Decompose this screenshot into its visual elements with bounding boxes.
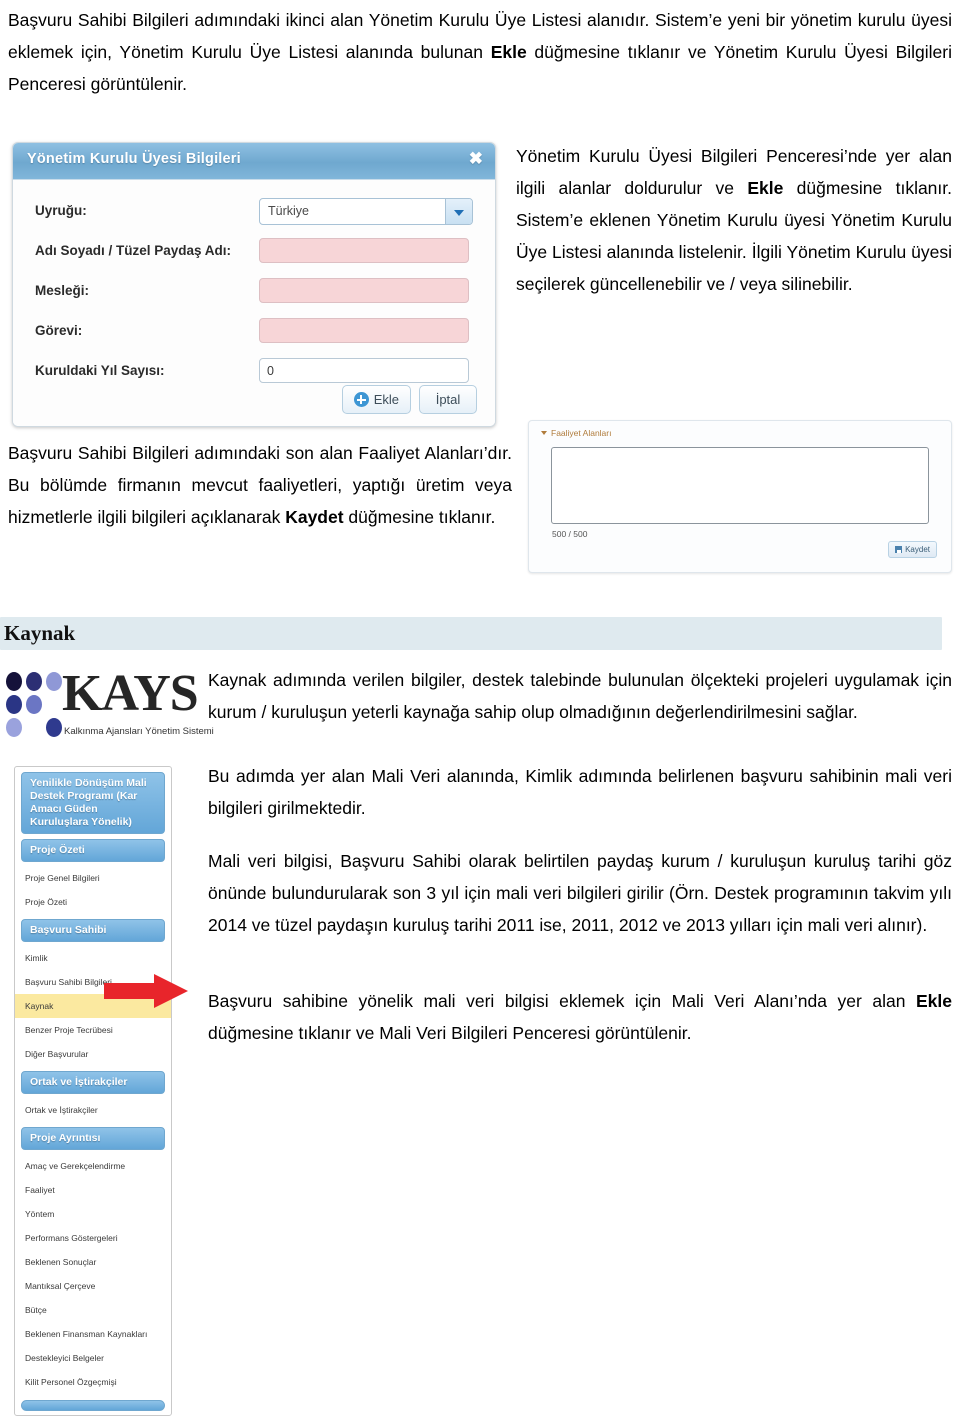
sidebar-item-11[interactable]: Ortak ve İştirakçiler — [15, 1098, 171, 1122]
board-member-dialog: Yönetim Kurulu Üyesi Bilgileri ✖ Uyruğu:… — [12, 142, 496, 427]
kaynak-paragraph-3: Mali veri bilgisi, Başvuru Sahibi olarak… — [208, 851, 952, 935]
kaynak-paragraph-1: Kaynak adımında verilen bilgiler, destek… — [208, 670, 952, 722]
plus-circle-icon — [353, 392, 369, 407]
faaliyet-alanlari-panel: Faaliyet Alanları 500 / 500 Kaydet — [528, 420, 952, 573]
sidebar-group-0[interactable]: Yenilikle Dönüşüm Mali Destek Programı (… — [21, 772, 165, 834]
form-row-yil-sayisi: Kuruldaki Yıl Sayısı: — [13, 358, 495, 388]
save-button[interactable]: Kaydet — [888, 541, 937, 558]
logo-dot — [6, 672, 22, 691]
panel-header[interactable]: Faaliyet Alanları — [541, 428, 611, 438]
chevron-down-glyph — [454, 210, 464, 216]
dialog-title: Yönetim Kurulu Üyesi Bilgileri — [27, 151, 241, 167]
form-row-ad-soyad: Adı Soyadı / Tüzel Paydaş Adı: — [13, 238, 495, 268]
close-icon[interactable]: ✖ — [469, 150, 483, 168]
sidebar-item-16[interactable]: Performans Göstergeleri — [15, 1226, 171, 1250]
dialog-body: Uyruğu: Türkiye Adı Soyadı / Tüzel Payda… — [13, 180, 495, 426]
collapse-caret-icon — [541, 431, 547, 435]
add-button-label: Ekle — [373, 392, 399, 407]
form-row-gorevi: Görevi: — [13, 318, 495, 348]
logo-wordmark: KAYS — [62, 665, 199, 722]
save-button-label: Kaydet — [905, 545, 930, 554]
field-label-yil-sayisi: Kuruldaki Yıl Sayısı: — [35, 363, 165, 378]
kaynak-paragraph-2: Bu adımda yer alan Mali Veri alanında, K… — [208, 766, 952, 818]
sidebar-group-12[interactable]: Proje Ayrıntısı — [21, 1127, 165, 1150]
character-counter: 500 / 500 — [552, 529, 588, 539]
dialog-desc-text: Yönetim Kurulu Üyesi Bilgileri Penceresi… — [516, 146, 953, 294]
faaliyet-desc-text: Başvuru Sahibi Bilgileri adımındaki son … — [8, 443, 512, 527]
sidebar-item-18[interactable]: Mantıksal Çerçeve — [15, 1274, 171, 1298]
nationality-select[interactable]: Türkiye — [259, 198, 473, 225]
sidebar-item-6[interactable]: Başvuru Sahibi Bilgileri — [15, 970, 171, 994]
sidebar-group-4[interactable]: Başvuru Sahibi — [21, 919, 165, 942]
field-label-gorevi: Görevi: — [35, 323, 83, 338]
chevron-down-icon[interactable] — [445, 199, 472, 224]
form-row-uyrugu: Uyruğu: Türkiye — [13, 198, 495, 228]
kaynak-paragraph-4: Başvuru sahibine yönelik mali veri bilgi… — [208, 991, 952, 1043]
disk-icon — [895, 546, 903, 553]
cancel-button[interactable]: İptal — [419, 385, 477, 414]
sidebar-group-10[interactable]: Ortak ve İştirakçiler — [21, 1071, 165, 1094]
logo-dot — [26, 672, 42, 691]
field-label-uyrugu: Uyruğu: — [35, 203, 87, 218]
sidebar-group-blank[interactable] — [21, 1400, 165, 1411]
duty-input[interactable] — [259, 318, 469, 343]
kays-logo: KAYS Kalkınma Ajansları Yönetim Sistemi — [4, 665, 214, 746]
sidebar-item-8[interactable]: Benzer Proje Tecrübesi — [15, 1018, 171, 1042]
full-name-input[interactable] — [259, 238, 469, 263]
form-row-meslegi: Mesleği: — [13, 278, 495, 308]
sidebar-item-2[interactable]: Proje Genel Bilgileri — [15, 866, 171, 890]
sidebar-item-19[interactable]: Bütçe — [15, 1298, 171, 1322]
panel-header-label: Faaliyet Alanları — [551, 428, 612, 438]
faaliyet-description-paragraph: Başvuru Sahibi Bilgileri adımındaki son … — [8, 437, 512, 533]
logo-dot — [26, 695, 42, 714]
profession-input[interactable] — [259, 278, 469, 303]
logo-dot-grid — [6, 672, 62, 738]
sidebar-item-13[interactable]: Amaç ve Gerekçelendirme — [15, 1154, 171, 1178]
sidebar-item-17[interactable]: Beklenen Sonuçlar — [15, 1250, 171, 1274]
logo-dot — [6, 718, 22, 737]
sidebar-item-15[interactable]: Yöntem — [15, 1202, 171, 1226]
sidebar-item-20[interactable]: Beklenen Finansman Kaynakları — [15, 1322, 171, 1346]
logo-dot — [6, 695, 22, 714]
page-title: Kaynak — [4, 621, 76, 645]
field-label-ad-soyad: Adı Soyadı / Tüzel Paydaş Adı: — [35, 243, 232, 258]
logo-tagline: Kalkınma Ajansları Yönetim Sistemi — [64, 726, 214, 737]
dialog-titlebar: Yönetim Kurulu Üyesi Bilgileri ✖ — [13, 143, 495, 180]
faaliyet-textarea[interactable] — [551, 447, 929, 524]
dialog-button-bar: Ekle İptal — [341, 385, 477, 414]
sidebar-item-9[interactable]: Diğer Başvurular — [15, 1042, 171, 1066]
kays-sidebar: Yenilikle Dönüşüm Mali Destek Programı (… — [14, 766, 172, 1416]
sidebar-group-1[interactable]: Proje Özeti — [21, 839, 165, 862]
years-input[interactable] — [259, 358, 469, 383]
sidebar-item-3[interactable]: Proje Özeti — [15, 890, 171, 914]
nationality-value: Türkiye — [268, 204, 309, 218]
cancel-button-label: İptal — [435, 392, 461, 407]
logo-dot — [46, 672, 62, 691]
sidebar-item-21[interactable]: Destekleyici Belgeler — [15, 1346, 171, 1370]
field-label-meslegi: Mesleği: — [35, 283, 90, 298]
add-button[interactable]: Ekle — [341, 385, 411, 414]
section-heading-band: Kaynak — [0, 617, 942, 650]
logo-dot — [46, 718, 62, 737]
sidebar-item-7[interactable]: Kaynak — [15, 994, 171, 1018]
intro-paragraph: Başvuru Sahibi Bilgileri adımındaki ikin… — [8, 10, 952, 94]
sidebar-item-22[interactable]: Kilit Personel Özgeçmişi — [15, 1370, 171, 1394]
sidebar-item-5[interactable]: Kimlik — [15, 946, 171, 970]
dialog-description-paragraph: Yönetim Kurulu Üyesi Bilgileri Penceresi… — [516, 140, 952, 300]
sidebar-item-14[interactable]: Faaliyet — [15, 1178, 171, 1202]
